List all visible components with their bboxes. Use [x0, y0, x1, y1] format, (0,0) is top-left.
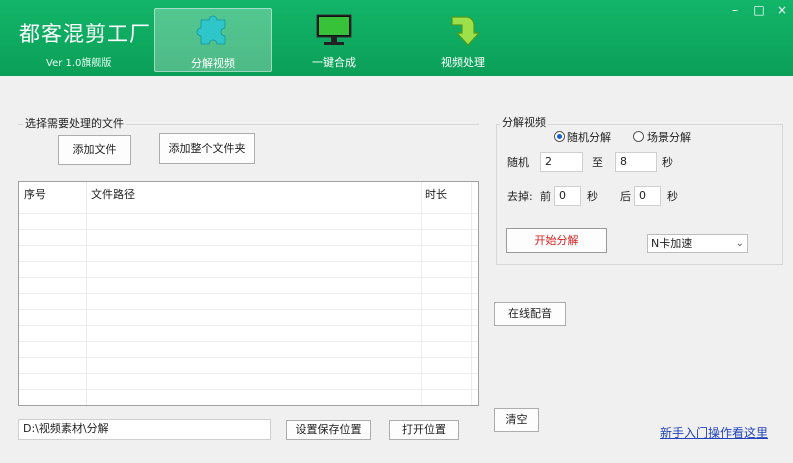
- radio-random-split[interactable]: [554, 131, 565, 142]
- back-label: 后: [620, 190, 631, 203]
- add-file-button[interactable]: 添加文件: [58, 135, 131, 165]
- set-save-location-button[interactable]: 设置保存位置: [286, 420, 371, 440]
- tab-video-process[interactable]: 视频处理: [404, 8, 522, 72]
- title-bar: 都客混剪工厂 Ver 1.0旗舰版 分解视频 一键合成 视频处理 – □ ×: [0, 0, 793, 76]
- seconds-label: 秒: [667, 190, 678, 203]
- file-group-label: 选择需要处理的文件: [23, 115, 126, 131]
- monitor-icon: [315, 11, 353, 49]
- radio-scene-split[interactable]: [633, 131, 644, 142]
- minimize-button[interactable]: –: [727, 3, 743, 17]
- row-divider: [19, 229, 478, 230]
- row-divider: [19, 245, 478, 246]
- puzzle-icon: [195, 12, 233, 50]
- app-title: 都客混剪工厂: [19, 22, 151, 46]
- tab-label: 分解视频: [191, 57, 235, 70]
- trim-back-input[interactable]: 0: [634, 186, 661, 206]
- front-label: 前: [540, 190, 551, 203]
- row-divider: [19, 389, 478, 390]
- seconds-label: 秒: [662, 156, 673, 169]
- tab-label: 视频处理: [441, 56, 485, 69]
- clear-button[interactable]: 清空: [494, 408, 539, 432]
- select-value: N卡加速: [651, 237, 693, 250]
- row-divider: [19, 309, 478, 310]
- col-header-index: 序号: [24, 188, 46, 201]
- tab-one-click-compose[interactable]: 一键合成: [275, 8, 393, 72]
- to-label: 至: [592, 156, 603, 169]
- close-button[interactable]: ×: [774, 3, 790, 17]
- col-header-duration: 时长: [425, 188, 447, 201]
- random-from-input[interactable]: 2: [540, 152, 583, 172]
- beginner-guide-link[interactable]: 新手入门操作看这里: [660, 424, 768, 441]
- row-divider: [19, 325, 478, 326]
- tab-label: 一键合成: [312, 56, 356, 69]
- row-divider: [19, 373, 478, 374]
- row-divider: [19, 357, 478, 358]
- green-arrow-icon: [444, 11, 482, 49]
- random-to-input[interactable]: 8: [615, 152, 657, 172]
- add-folder-button[interactable]: 添加整个文件夹: [159, 133, 255, 164]
- maximize-button[interactable]: □: [751, 3, 767, 17]
- row-divider: [19, 213, 478, 214]
- trim-front-input[interactable]: 0: [554, 186, 581, 206]
- app-version: Ver 1.0旗舰版: [46, 58, 112, 69]
- chevron-down-icon: ⌄: [735, 238, 744, 249]
- row-divider: [19, 277, 478, 278]
- open-location-button[interactable]: 打开位置: [389, 420, 459, 440]
- radio-random-label: 随机分解: [567, 131, 611, 144]
- random-label: 随机: [507, 156, 529, 169]
- file-table[interactable]: 序号 文件路径 时长: [18, 181, 479, 406]
- row-divider: [19, 293, 478, 294]
- seconds-label: 秒: [587, 190, 598, 203]
- split-group-label: 分解视频: [500, 114, 548, 130]
- trim-label: 去掉:: [507, 190, 533, 203]
- start-split-button[interactable]: 开始分解: [506, 228, 607, 253]
- row-divider: [19, 341, 478, 342]
- save-path-field[interactable]: D:\视频素材\分解: [18, 419, 271, 440]
- tab-split-video[interactable]: 分解视频: [154, 8, 272, 72]
- radio-scene-label: 场景分解: [647, 131, 691, 144]
- row-divider: [19, 261, 478, 262]
- gpu-accel-select[interactable]: N卡加速 ⌄: [647, 234, 748, 253]
- col-header-path: 文件路径: [91, 188, 135, 201]
- online-dubbing-button[interactable]: 在线配音: [494, 302, 566, 326]
